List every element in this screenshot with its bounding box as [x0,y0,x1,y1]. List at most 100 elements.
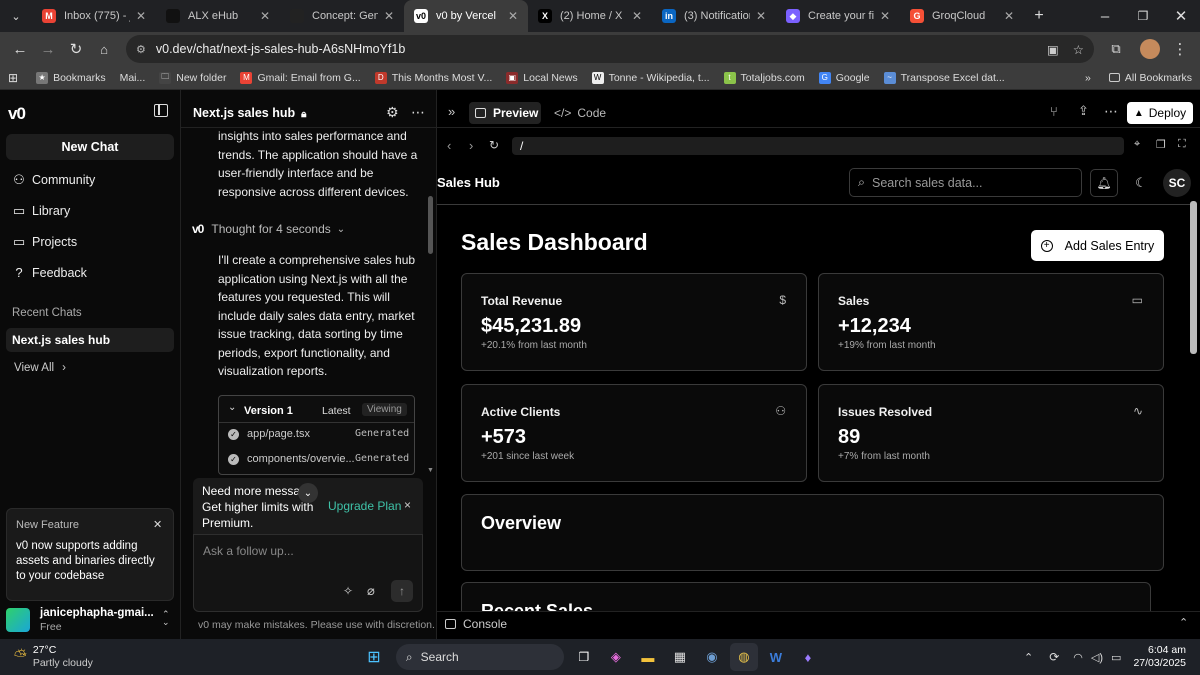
notification-bell-icon[interactable]: 🔔︎ [1090,169,1118,197]
minimize-button[interactable]: – [1086,2,1124,30]
browser-tab[interactable]: ◆ Create your first ✕ [776,0,900,32]
attach-icon[interactable]: ⌀ [367,583,375,599]
postgres-icon[interactable]: ◉ [698,643,726,671]
send-button[interactable]: ↑ [391,580,413,602]
maximize-button[interactable]: ❐ [1124,2,1162,30]
site-search-input[interactable]: ⌕ Search sales data... [849,168,1082,197]
scroll-down-icon[interactable]: ▼ [427,467,434,474]
console-toggle[interactable]: Console [445,617,507,631]
site-avatar[interactable]: SC [1163,169,1191,197]
new-window-icon[interactable]: ❐ [1156,138,1166,151]
add-sales-entry-button[interactable]: + Add Sales Entry [1031,230,1164,261]
close-tab-icon[interactable]: ✕ [756,9,766,23]
more-icon[interactable]: ⋯ [1104,103,1118,120]
app-icon[interactable]: ♦ [794,643,822,671]
site-info-icon[interactable]: ⚙ [136,43,146,56]
bookmark-item[interactable]: 🗀 New folder [159,71,226,84]
preview-back-icon[interactable]: ‹ [447,138,451,153]
site-scrollbar[interactable] [1190,201,1197,354]
weather-widget[interactable]: 27°C Partly cloudy [33,644,93,670]
fork-icon[interactable]: ⑂ [1050,104,1058,119]
browser-tab[interactable]: v0 v0 by Vercel ✕ [404,0,528,32]
browser-tab[interactable]: ALX eHub ✕ [156,0,280,32]
console-expand-icon[interactable]: ⌃ [1179,616,1188,629]
bookmark-item[interactable]: ★ Bookmarks [36,71,106,84]
sidebar-item-community[interactable]: ⚇ Community [12,172,95,188]
more-bookmarks-icon[interactable]: » [1085,72,1091,84]
preview-path-input[interactable]: / [512,137,1124,155]
close-tab-icon[interactable]: ✕ [384,9,394,23]
bookmark-item[interactable]: ~ Transpose Excel dat... [883,71,1005,84]
close-tab-icon[interactable]: ✕ [136,9,146,23]
bookmark-item[interactable]: M Gmail: Email from G... [240,71,361,84]
browser-tab[interactable]: G GroqCloud ✕ [900,0,1024,32]
tab-code[interactable]: </> Code [554,106,606,120]
store-icon[interactable]: ▦ [666,643,694,671]
close-tab-icon[interactable]: ✕ [632,9,642,23]
close-window-button[interactable]: ✕ [1162,2,1200,30]
inspect-icon[interactable]: ⌖ [1134,138,1140,151]
reload-icon[interactable]: ↻ [62,35,90,63]
browser-tab[interactable]: M Inbox (775) - jan ✕ [32,0,156,32]
chrome-icon[interactable]: ◍ [729,643,758,671]
close-upgrade-icon[interactable]: × [404,498,411,512]
back-icon[interactable]: ← [6,35,34,63]
bookmark-item[interactable]: t Totaljobs.com [723,71,805,84]
site-brand[interactable]: Sales Hub [437,175,500,190]
bookmark-item[interactable]: Mai... [120,72,146,84]
account-switcher-icon[interactable]: ⌃ ⌄ [162,610,170,627]
close-tab-icon[interactable]: ✕ [508,9,518,23]
clock[interactable]: 6:04 am 27/03/2025 [1133,644,1186,670]
new-chat-button[interactable]: New Chat [6,134,174,160]
sync-icon[interactable]: ⟳ [1049,650,1059,664]
address-bar[interactable]: ⚙ v0.dev/chat/next-js-sales-hub-A6sNHmoY… [126,35,1094,63]
fullscreen-icon[interactable]: ⛶ [1178,138,1186,151]
close-tab-icon[interactable]: ✕ [1004,9,1014,23]
preview-forward-icon[interactable]: › [469,138,473,153]
collapse-chat-icon[interactable]: » [448,104,455,119]
chat-scrollbar[interactable] [428,196,433,254]
bookmark-item[interactable]: ▣ Local News [506,71,578,84]
browser-tab[interactable]: in (3) Notifications ✕ [652,0,776,32]
thought-toggle[interactable]: v0 Thought for 4 seconds ⌄ [192,222,345,236]
task-view-icon[interactable]: ❐ [570,643,598,671]
deploy-button[interactable]: ▲ Deploy [1127,102,1193,124]
forward-icon[interactable]: → [34,35,62,63]
bookmark-star-icon[interactable]: ☆ [1073,42,1084,57]
close-tab-icon[interactable]: ✕ [880,9,890,23]
copilot-icon[interactable]: ◈ [602,643,630,671]
recent-chat-item[interactable]: Next.js sales hub [6,328,174,352]
battery-icon[interactable]: ▭ [1111,651,1121,664]
sidebar-toggle-icon[interactable] [154,104,168,117]
file-explorer-icon[interactable]: ▬ [634,643,662,671]
tab-preview[interactable]: Preview [469,102,541,124]
followup-input[interactable]: Ask a follow up... [203,544,413,558]
new-tab-button[interactable]: + [1024,2,1054,30]
theme-toggle-icon[interactable]: ☾ [1127,169,1155,197]
sidebar-item-feedback[interactable]: ? Feedback [12,265,87,280]
version-file-row[interactable]: ✓ components/overvie... Generated [219,453,414,471]
taskbar-search[interactable]: ⌕ Search [395,644,564,670]
share-icon[interactable]: ⇪ [1078,103,1089,119]
version-file-row[interactable]: ✓ app/page.tsx Generated [219,428,414,446]
chat-more-icon[interactable]: ⋯ [411,104,425,121]
v0-logo[interactable]: v0 [8,104,26,124]
extensions-icon[interactable]: ⧉ [1102,35,1130,63]
upgrade-plan-link[interactable]: Upgrade Plan [328,499,401,513]
user-avatar[interactable] [6,608,30,632]
sparkle-icon[interactable]: ✧ [343,584,353,598]
tab-search-button[interactable]: ⌄ [0,2,32,30]
bookmark-item[interactable]: D This Months Most V... [374,71,492,84]
volume-icon[interactable]: ◁) [1091,651,1103,664]
close-tab-icon[interactable]: ✕ [260,9,270,23]
word-icon[interactable]: W [762,643,790,671]
home-icon[interactable]: ⌂ [90,35,118,63]
sidebar-item-projects[interactable]: ▭ Projects [12,234,77,250]
install-app-icon[interactable]: ▣ [1047,42,1059,57]
browser-tab[interactable]: X (2) Home / X ✕ [528,0,652,32]
browser-menu-icon[interactable]: ⋮ [1166,35,1194,63]
profile-avatar[interactable] [1140,39,1160,59]
view-all-link[interactable]: View All › [14,362,66,374]
all-bookmarks-folder[interactable]: All Bookmarks [1108,72,1192,84]
bookmark-item[interactable]: G Google [818,71,870,84]
